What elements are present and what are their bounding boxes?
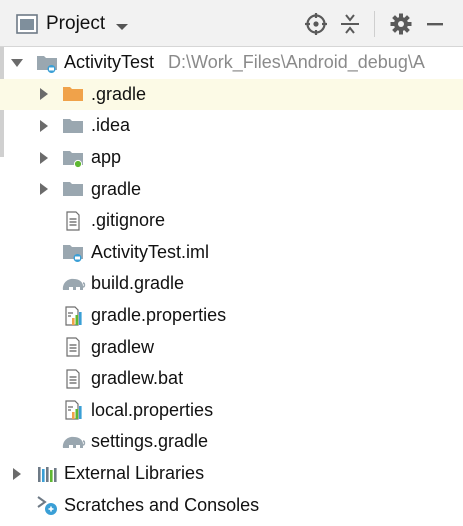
expanded-arrow-icon[interactable] [10,56,24,70]
properties-file-icon [62,399,84,421]
tree-item-label: gradle.properties [91,305,227,326]
view-title: Project [46,13,106,34]
tree-item-label: gradle [91,178,142,199]
tree-item-label: gradlew [91,336,155,357]
text-file-icon [62,210,84,232]
tree-item-settings-gradle[interactable]: settings.gradle [0,426,463,458]
chevron-down-icon[interactable] [115,19,129,30]
minimize-icon[interactable] [421,10,449,38]
project-tree: ActivityTest D:\Work_Files\Android_debug\… [0,47,463,521]
tree-item-label: app [91,147,122,168]
iml-file-icon [62,241,84,263]
folder-orange-icon [62,83,84,105]
header-actions [296,10,449,38]
tree-item-label: settings.gradle [91,431,209,452]
locate-icon[interactable] [302,10,330,38]
collapsed-arrow-icon[interactable] [37,151,51,165]
scratches-icon [36,494,58,516]
text-file-icon [62,336,84,358]
tree-item-gitignore[interactable]: .gitignore [0,205,463,237]
root-label: ActivityTest [64,52,155,73]
view-selector[interactable]: Project [16,11,129,37]
collapsed-arrow-icon[interactable] [37,87,51,101]
collapsed-arrow-icon[interactable] [37,119,51,133]
gradle-elephant-icon [60,431,86,453]
gear-icon[interactable] [387,10,415,38]
tree-item-label: .idea [91,115,131,136]
tree-item-label: local.properties [91,399,214,420]
tree-item-label: gradlew.bat [91,368,184,389]
tree-item-local-properties[interactable]: local.properties [0,395,463,427]
project-folder-icon [16,14,38,34]
tree-item-gradlew[interactable]: gradlew [0,331,463,363]
tree-item-label: External Libraries [64,463,205,484]
libraries-icon [36,463,58,485]
tree-item-label: Scratches and Consoles [64,494,260,515]
collapsed-arrow-icon[interactable] [37,182,51,196]
collapsed-arrow-icon[interactable] [10,467,24,481]
tree-item-scratches[interactable]: Scratches and Consoles [0,489,463,521]
tree-item-build-gradle[interactable]: build.gradle [0,268,463,300]
toolbar-separator [374,11,375,37]
tree-item-label: build.gradle [91,273,185,294]
tree-item-label: .gitignore [91,210,166,231]
tree-item-app[interactable]: app [0,142,463,174]
gradle-elephant-icon [60,273,86,295]
module-folder-icon [62,147,84,169]
project-tool-window: Project ActivityTest D:\Work_Files\Andro… [0,0,463,526]
tree-item-gradle[interactable]: gradle [0,173,463,205]
module-folder-icon [36,52,58,74]
text-file-icon [62,368,84,390]
tree-item-label: .gradle [91,83,147,104]
tree-root-activitytest[interactable]: ActivityTest D:\Work_Files\Android_debug\… [0,47,463,79]
tree-item-label: ActivityTest.iml [91,241,210,262]
tree-item-external-libraries[interactable]: External Libraries [0,458,463,490]
tool-window-header: Project [0,0,463,47]
root-path: D:\Work_Files\Android_debug\A [168,52,425,73]
properties-file-icon [62,305,84,327]
tree-item-iml[interactable]: ActivityTest.iml [0,237,463,269]
folder-icon [62,178,84,200]
tree-item-gradle-dir[interactable]: .gradle [0,78,463,111]
folder-icon [62,115,84,137]
tree-item-gradle-properties[interactable]: gradle.properties [0,300,463,332]
collapse-all-icon[interactable] [336,10,364,38]
tree-item-idea[interactable]: .idea [0,110,463,142]
tree-item-gradlew-bat[interactable]: gradlew.bat [0,363,463,395]
